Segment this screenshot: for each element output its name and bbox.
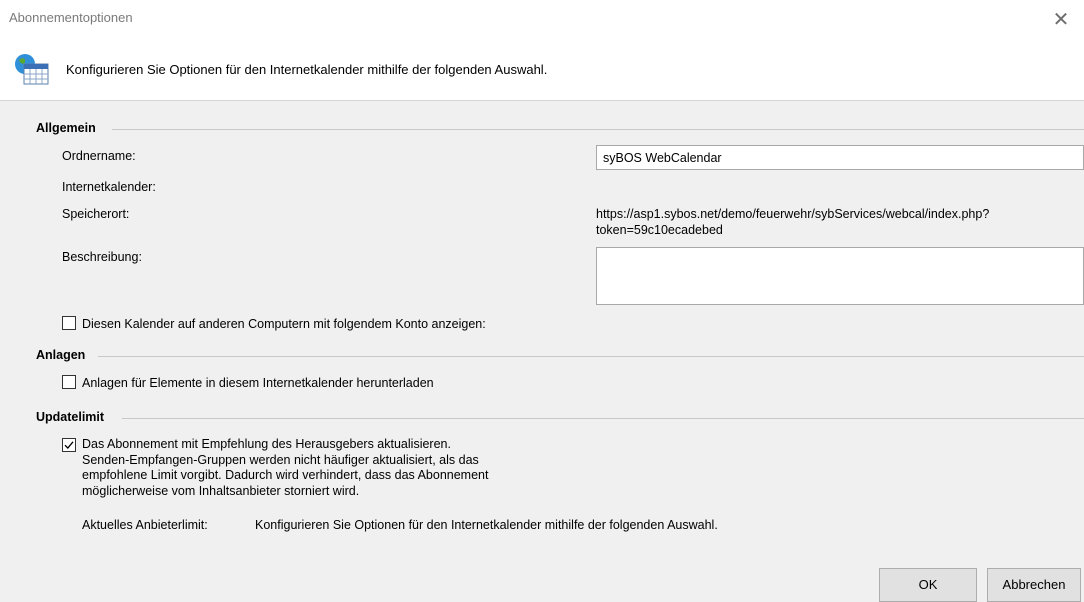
update-limit-line-2: Senden-Empfangen-Gruppen werden nicht hä… bbox=[82, 452, 479, 467]
download-attachments-label[interactable]: Anlagen für Elemente in diesem Internetk… bbox=[82, 376, 434, 390]
description-field[interactable] bbox=[596, 247, 1084, 305]
close-icon: ✕ bbox=[1052, 8, 1070, 31]
update-limit-line-1: Das Abonnement mit Empfehlung des Heraus… bbox=[82, 437, 451, 451]
update-limit-line-3: empfohlene Limit vorgibt. Dadurch wird v… bbox=[82, 468, 489, 482]
show-other-computers-label[interactable]: Diesen Kalender auf anderen Computern mi… bbox=[82, 317, 486, 331]
show-other-computers-checkbox[interactable] bbox=[62, 316, 76, 330]
folder-name-label: Ordnername: bbox=[62, 149, 136, 163]
folder-name-field[interactable] bbox=[596, 145, 1084, 170]
location-url-line-1: https://asp1.sybos.net/demo/feuerwehr/sy… bbox=[596, 207, 990, 221]
provider-limit-label: Aktuelles Anbieterlimit: bbox=[82, 518, 208, 532]
ok-button[interactable]: OK bbox=[879, 568, 977, 602]
group-title-general: Allgemein bbox=[36, 121, 96, 135]
internet-calendar-icon bbox=[12, 52, 52, 86]
cancel-button[interactable]: Abbrechen bbox=[987, 568, 1081, 602]
group-divider-update-limit bbox=[122, 418, 1084, 419]
group-title-attachments: Anlagen bbox=[36, 348, 86, 362]
location-url-line-2: token=59c10ecadebed bbox=[596, 222, 723, 237]
group-divider-general bbox=[112, 129, 1084, 130]
header-description: Konfigurieren Sie Optionen für den Inter… bbox=[66, 62, 548, 77]
group-divider-attachments bbox=[98, 356, 1084, 357]
location-value: https://asp1.sybos.net/demo/feuerwehr/sy… bbox=[596, 207, 989, 238]
title-bar: Abonnementoptionen ✕ bbox=[0, 0, 1084, 38]
download-attachments-checkbox[interactable] bbox=[62, 375, 76, 389]
provider-limit-value: Konfigurieren Sie Optionen für den Inter… bbox=[255, 518, 718, 532]
close-button[interactable]: ✕ bbox=[1038, 0, 1084, 38]
description-label: Beschreibung: bbox=[62, 250, 142, 264]
location-label: Speicherort: bbox=[62, 207, 130, 221]
internet-calendar-label: Internetkalender: bbox=[62, 180, 156, 194]
update-limit-checkbox[interactable] bbox=[62, 438, 76, 452]
group-title-update-limit: Updatelimit bbox=[36, 410, 105, 424]
checkmark-icon bbox=[64, 441, 74, 449]
window-title: Abonnementoptionen bbox=[9, 10, 133, 25]
update-limit-line-4: möglicherweise vom Inhaltsanbieter storn… bbox=[82, 483, 360, 498]
update-limit-description[interactable]: Das Abonnement mit Empfehlung des Heraus… bbox=[82, 437, 488, 499]
